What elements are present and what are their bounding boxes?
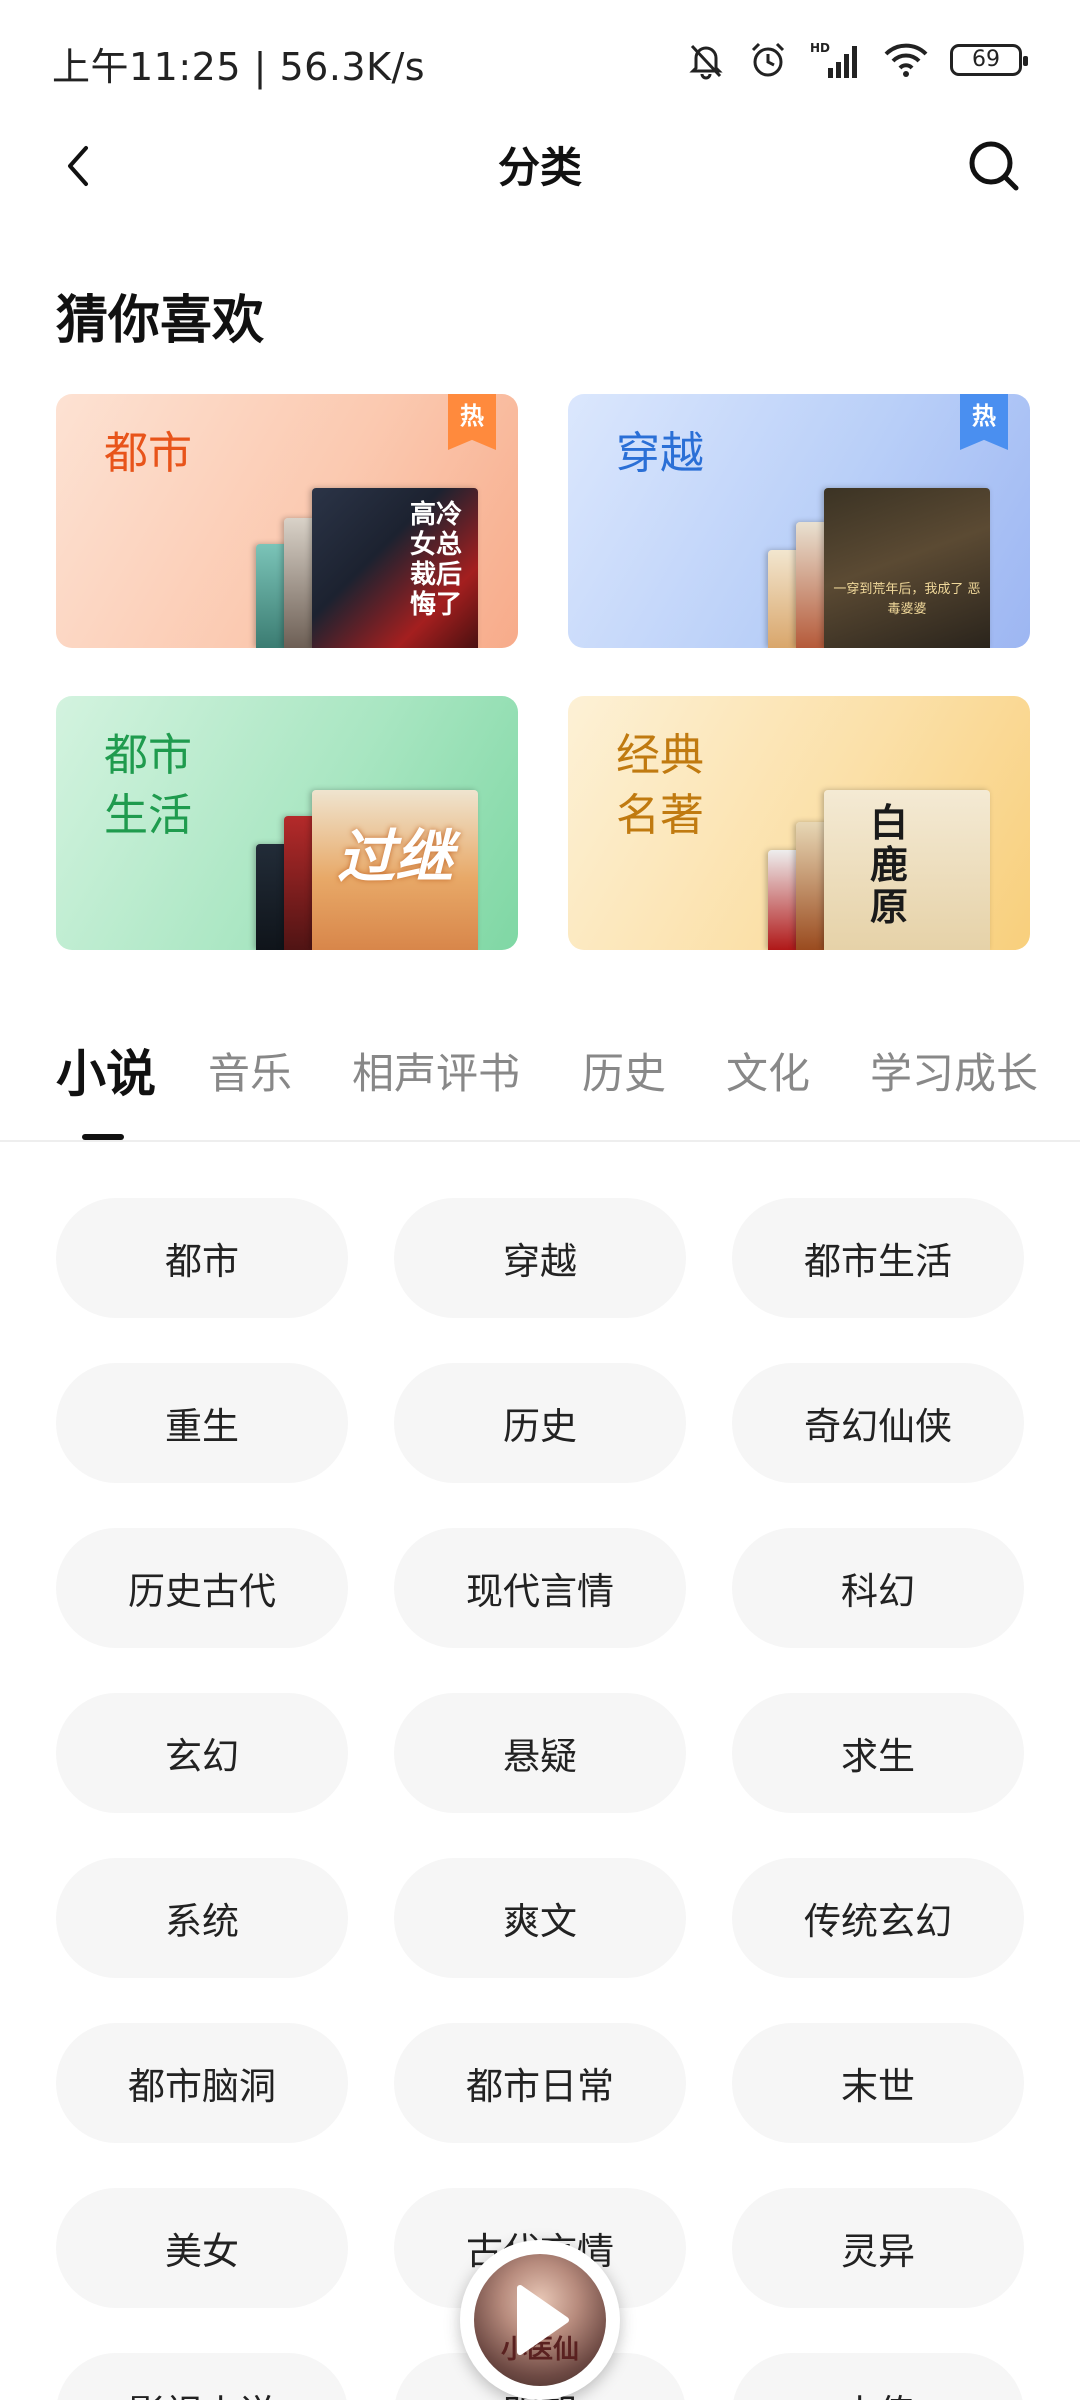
genre-pill[interactable]: 历史: [394, 1363, 686, 1483]
category-card-classics[interactable]: 经典 名著 白鹿原: [568, 696, 1030, 950]
genre-pill[interactable]: 美女: [56, 2188, 348, 2308]
card-label-line: 生活: [104, 790, 192, 841]
category-card-urban[interactable]: 都市 热 高冷女总裁后悔了: [56, 394, 518, 648]
book-cover[interactable]: 高冷女总裁后悔了: [312, 488, 478, 648]
card-label: 都市 生活: [104, 726, 192, 846]
category-card-urban-life[interactable]: 都市 生活 过继: [56, 696, 518, 950]
genre-pill[interactable]: 现代言情: [394, 1528, 686, 1648]
genre-pill[interactable]: 求生: [732, 1693, 1024, 1813]
tab-culture[interactable]: 文化: [726, 1040, 810, 1101]
genre-pill[interactable]: 小传: [732, 2353, 1024, 2400]
wifi-icon: [884, 43, 928, 77]
tab-novel[interactable]: 小说: [56, 1034, 156, 1106]
genre-pill[interactable]: 玄幻: [56, 1693, 348, 1813]
tab-learning[interactable]: 学习成长: [870, 1040, 1038, 1101]
card-label: 经典 名著: [616, 726, 704, 846]
play-icon[interactable]: [512, 2282, 572, 2358]
floating-audio-player[interactable]: 小医仙: [460, 2240, 620, 2400]
genre-pill[interactable]: 悬疑: [394, 1693, 686, 1813]
section-title-guess: 猜你喜欢: [56, 291, 265, 351]
genre-pill[interactable]: 历史古代: [56, 1528, 348, 1648]
card-label-line: 都市: [104, 730, 192, 781]
category-card-time-travel[interactable]: 穿越 热 一穿到荒年后，我成了 恶毒婆婆: [568, 394, 1030, 648]
hot-badge: 热: [960, 394, 1008, 450]
alarm-icon: [751, 42, 785, 77]
genre-pill[interactable]: 都市: [56, 1198, 348, 1318]
genre-pill[interactable]: 科幻: [732, 1528, 1024, 1648]
search-icon[interactable]: [964, 136, 1024, 196]
tab-music[interactable]: 音乐: [208, 1040, 292, 1101]
book-cover-title: 一穿到荒年后，我成了 恶毒婆婆: [833, 582, 981, 617]
battery-icon: 69: [950, 44, 1028, 76]
genre-pill[interactable]: 爽文: [394, 1858, 686, 1978]
status-bar: 上午11:25 | 56.3K/s HD 69: [0, 0, 1080, 120]
card-label-line: 名著: [616, 790, 704, 841]
genre-pill[interactable]: 重生: [56, 1363, 348, 1483]
tab-crosstalk[interactable]: 相声评书: [352, 1040, 520, 1101]
book-cover-title: 白鹿原: [870, 801, 909, 929]
book-stack: 高冷女总裁后悔了: [256, 484, 496, 648]
book-cover[interactable]: 白鹿原: [824, 790, 990, 950]
status-time: 上午11:25 | 56.3K/s: [52, 45, 426, 89]
genre-pill[interactable]: 穿越: [394, 1198, 686, 1318]
card-label-line: 经典: [616, 730, 704, 781]
genre-pill[interactable]: 都市日常: [394, 2023, 686, 2143]
book-stack: 一穿到荒年后，我成了 恶毒婆婆: [768, 484, 1008, 648]
book-cover[interactable]: 一穿到荒年后，我成了 恶毒婆婆: [824, 488, 990, 648]
mute-bell-icon: [689, 44, 723, 80]
genre-pill[interactable]: 影视小说: [56, 2353, 348, 2400]
hot-badge: 热: [448, 394, 496, 450]
page-title: 分类: [497, 143, 582, 192]
book-stack: 白鹿原: [768, 786, 1008, 950]
card-label: 都市: [104, 428, 192, 479]
book-cover-title: 过继: [336, 823, 453, 891]
book-cover[interactable]: 过继: [312, 790, 478, 950]
genre-pill[interactable]: 末世: [732, 2023, 1024, 2143]
genre-pill[interactable]: 系统: [56, 1858, 348, 1978]
top-nav: 分类: [0, 120, 1080, 214]
signal-icon: HD: [810, 41, 857, 78]
genre-pill[interactable]: 传统玄幻: [732, 1858, 1024, 1978]
divider: [0, 1140, 1080, 1142]
category-tabs: 小说 音乐 相声评书 历史 文化 学习成长: [0, 1030, 1080, 1140]
book-cover-title: 高冷女总裁后悔了: [410, 500, 463, 620]
genre-pill[interactable]: 奇幻仙侠: [732, 1363, 1024, 1483]
card-label: 穿越: [616, 428, 704, 479]
genre-pill[interactable]: 都市生活: [732, 1198, 1024, 1318]
status-icons: HD 69: [686, 38, 1028, 82]
network-label: HD: [810, 41, 830, 55]
tab-history[interactable]: 历史: [582, 1040, 666, 1101]
genre-pill[interactable]: 都市脑洞: [56, 2023, 348, 2143]
book-stack: 过继: [256, 786, 496, 950]
genre-pill[interactable]: 灵异: [732, 2188, 1024, 2308]
